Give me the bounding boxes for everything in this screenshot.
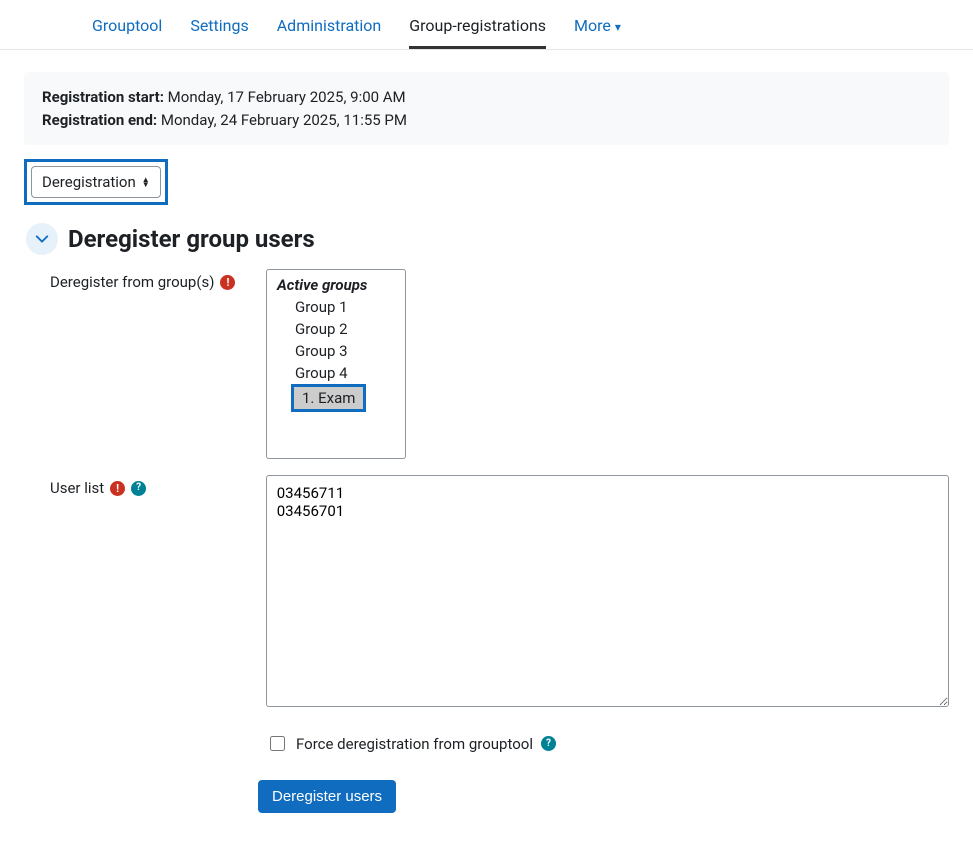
required-icon: ! [110, 481, 125, 496]
group-option-selected[interactable]: 1. Exam [294, 387, 363, 409]
section-header: Deregister group users [26, 223, 973, 255]
mode-select[interactable]: Deregistration ▲▼ [31, 166, 161, 198]
group-option[interactable]: Group 3 [277, 340, 395, 362]
userlist-label: User list [50, 479, 104, 497]
chevron-down-icon: ▾ [615, 20, 621, 34]
force-deregistration-row: Force deregistration from grouptool ? [0, 719, 973, 754]
submit-row: Deregister users [0, 754, 973, 843]
mode-select-value: Deregistration [42, 173, 136, 191]
help-icon[interactable]: ? [131, 481, 146, 496]
force-deregistration-checkbox[interactable] [270, 736, 285, 751]
tab-administration[interactable]: Administration [277, 6, 382, 49]
group-option[interactable]: Group 2 [277, 318, 395, 340]
group-option-highlight: 1. Exam [291, 384, 366, 412]
tab-settings[interactable]: Settings [190, 6, 248, 49]
sort-icon: ▲▼ [142, 177, 150, 187]
tab-more[interactable]: More ▾ [574, 6, 621, 49]
chevron-down-icon [35, 232, 49, 246]
tab-more-label: More [574, 16, 611, 35]
userlist-textarea[interactable]: 03456711 03456701 [266, 475, 949, 707]
registration-end-value: Monday, 24 February 2025, 11:55 PM [161, 111, 407, 129]
groups-label: Deregister from group(s) [50, 273, 214, 291]
collapse-button[interactable] [26, 223, 58, 255]
registration-start-value: Monday, 17 February 2025, 9:00 AM [168, 88, 406, 106]
tab-bar: Grouptool Settings Administration Group-… [0, 0, 973, 50]
groups-listbox[interactable]: Active groups Group 1 Group 2 Group 3 Gr… [266, 269, 406, 459]
group-option[interactable]: Group 1 [277, 296, 395, 318]
required-icon: ! [220, 275, 235, 290]
tab-grouptool[interactable]: Grouptool [92, 6, 162, 49]
registration-info-box: Registration start: Monday, 17 February … [24, 72, 949, 145]
deregister-users-button[interactable]: Deregister users [258, 780, 396, 813]
groups-optgroup-label: Active groups [277, 276, 395, 294]
section-title: Deregister group users [68, 225, 315, 253]
group-option[interactable]: Group 4 [277, 362, 395, 384]
form-row-groups: Deregister from group(s) ! Active groups… [0, 265, 973, 471]
help-icon[interactable]: ? [541, 736, 556, 751]
form-row-userlist: User list ! ? 03456711 03456701 [0, 471, 973, 719]
registration-end-label: Registration end: [42, 111, 157, 129]
registration-start-label: Registration start: [42, 88, 164, 106]
mode-select-highlight: Deregistration ▲▼ [24, 159, 168, 205]
tab-group-registrations[interactable]: Group-registrations [409, 6, 546, 49]
force-deregistration-label: Force deregistration from grouptool [296, 735, 533, 753]
